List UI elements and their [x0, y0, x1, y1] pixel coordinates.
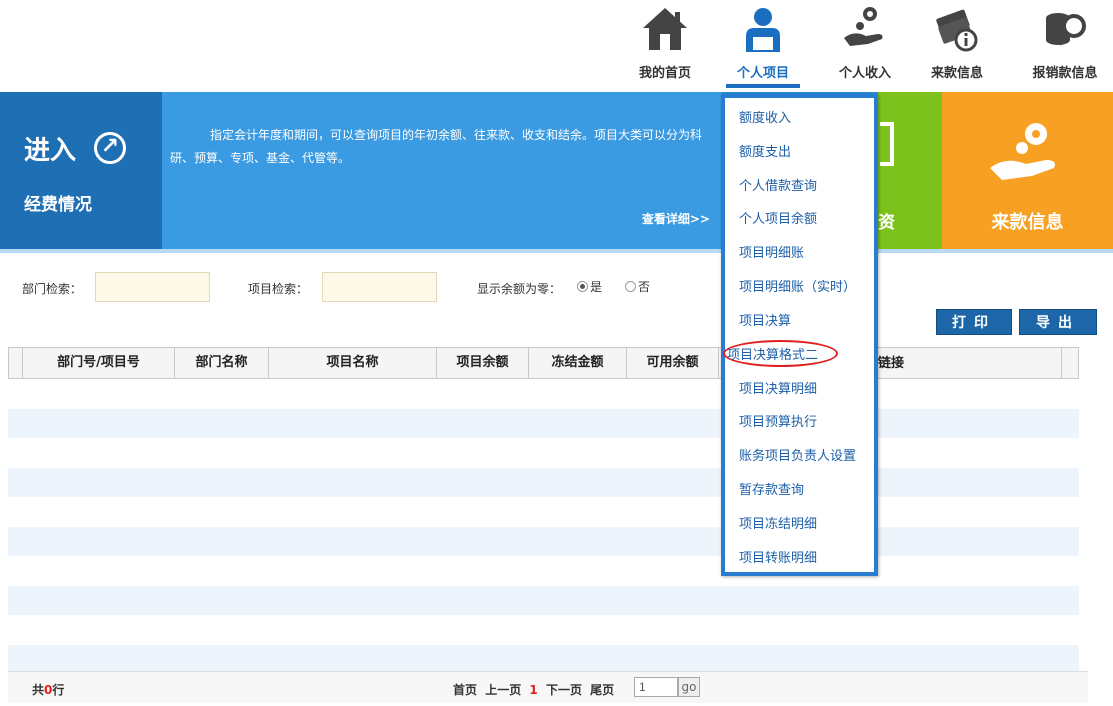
table-row — [8, 526, 1079, 556]
coins-search-icon — [1046, 13, 1086, 46]
description-tile: 指定会计年度和期间，可以查询项目的年初余额、往来款、收支和结余。项目大类可以分为… — [162, 92, 722, 249]
table-row — [8, 438, 1079, 468]
col-project-balance[interactable]: 项目余额 — [437, 348, 529, 378]
nav-personal-project[interactable]: 个人项目 — [718, 0, 808, 92]
nav-incoming-funds-label: 来款信息 — [930, 66, 983, 81]
pager: 首页 上一页 1 下一页 尾页 — [453, 681, 618, 698]
banner: 进入 ↗ 经费情况 指定会计年度和期间，可以查询项目的年初余额、往来款、收支和结… — [0, 92, 1113, 253]
green-tile[interactable]: 资 — [878, 92, 942, 249]
enter-funds-tile[interactable]: 进入 ↗ 经费情况 — [0, 92, 162, 249]
nav-home-label: 我的首页 — [638, 66, 691, 81]
menu-item-transfer-details[interactable]: 项目转账明细 — [739, 547, 817, 566]
table-footer: 共0行 首页 上一页 1 下一页 尾页 go — [8, 671, 1088, 703]
menu-item-project-ledger[interactable]: 项目明细账 — [739, 242, 804, 261]
menu-item-project-ledger-realtime[interactable]: 项目明细账（实时） — [739, 276, 856, 295]
money-info-icon — [936, 9, 978, 52]
col-project-name[interactable]: 项目名称 — [269, 348, 437, 378]
col-dept-project-no[interactable]: 部门号/项目号 — [23, 348, 175, 378]
next-page-link[interactable]: 下一页 — [546, 683, 582, 697]
table-row — [8, 585, 1079, 615]
zero-yes-label: 是 — [590, 280, 603, 294]
nav-reimbursement[interactable]: 报销款信息 — [1020, 0, 1110, 92]
incoming-funds-label: 来款信息 — [991, 212, 1064, 233]
col-link[interactable]: 链接 — [878, 352, 904, 371]
green-tile-icon — [880, 122, 894, 166]
menu-item-project-settlement[interactable]: 项目决算 — [739, 310, 791, 329]
nav-personal-income[interactable]: 个人收入 — [820, 0, 910, 92]
table-row — [8, 615, 1079, 645]
table-header-spacer — [9, 348, 23, 378]
menu-item-temporary-deposit[interactable]: 暂存款查询 — [739, 479, 804, 498]
go-button[interactable]: go — [678, 677, 700, 697]
banner-divider — [0, 249, 1113, 253]
col-available-balance[interactable]: 可用余额 — [627, 348, 719, 378]
arrow-circle-icon: ↗ — [94, 132, 126, 164]
current-page: 1 — [529, 683, 538, 697]
hand-coin-icon — [990, 123, 1055, 180]
table-row — [8, 379, 1079, 409]
menu-item-personal-loan[interactable]: 个人借款查询 — [739, 175, 817, 194]
table-row — [8, 556, 1079, 586]
page-number-input[interactable] — [634, 677, 678, 697]
radio-checked-icon — [577, 281, 588, 292]
zero-yes-radio[interactable]: 是 — [577, 278, 602, 295]
table-row — [8, 497, 1079, 527]
col-frozen-amount[interactable]: 冻结金额 — [529, 348, 627, 378]
menu-item-quota-income[interactable]: 额度收入 — [739, 107, 791, 126]
enter-title: 进入 — [24, 136, 77, 166]
last-page-link[interactable]: 尾页 — [590, 683, 614, 697]
top-navigation: 我的首页 个人项目 个人收入 来款信息 报销款信息 — [0, 0, 1113, 92]
nav-home[interactable]: 我的首页 — [620, 0, 710, 92]
home-icon — [643, 8, 687, 50]
dept-search-label: 部门检索： — [22, 282, 83, 296]
col-dept-name[interactable]: 部门名称 — [175, 348, 269, 378]
table-header-end — [1061, 348, 1079, 378]
menu-item-budget-execution[interactable]: 项目预算执行 — [739, 411, 817, 430]
menu-item-project-balance[interactable]: 个人项目余额 — [739, 208, 817, 227]
menu-item-quota-expense[interactable]: 额度支出 — [739, 141, 791, 160]
table-header: 部门号/项目号 部门名称 项目名称 项目余额 冻结金额 可用余额 — [8, 347, 1079, 379]
table-body — [8, 379, 1079, 674]
table-row — [8, 467, 1079, 497]
enter-subtitle: 经费情况 — [24, 195, 92, 215]
nav-reimbursement-label: 报销款信息 — [1032, 66, 1098, 81]
menu-item-frozen-details[interactable]: 项目冻结明细 — [739, 513, 817, 532]
radio-unchecked-icon — [625, 281, 636, 292]
more-details-link[interactable]: 查看详细>> — [642, 210, 710, 227]
green-tile-label: 资 — [878, 213, 895, 233]
project-search-input[interactable] — [322, 272, 437, 302]
first-page-link[interactable]: 首页 — [453, 683, 477, 697]
person-icon — [746, 8, 780, 52]
personal-project-dropdown: 额度收入 额度支出 个人借款查询 个人项目余额 项目明细账 项目明细账（实时） … — [721, 94, 878, 576]
nav-personal-income-label: 个人收入 — [838, 66, 891, 81]
incoming-funds-tile[interactable]: 来款信息 — [942, 92, 1113, 249]
table-row — [8, 644, 1079, 674]
print-button[interactable]: 打印 — [936, 309, 1012, 335]
export-button[interactable]: 导出 — [1019, 309, 1097, 335]
menu-item-project-settlement-format2[interactable]: 项目决算格式二 — [723, 340, 839, 367]
hand-coin-icon — [844, 7, 883, 46]
menu-item-owner-settings[interactable]: 账务项目负责人设置 — [739, 445, 856, 464]
zero-no-radio[interactable]: 否 — [625, 278, 650, 295]
table-row — [8, 408, 1079, 438]
menu-item-settlement-details[interactable]: 项目决算明细 — [739, 378, 817, 397]
zero-no-label: 否 — [638, 280, 651, 294]
nav-active-underline — [726, 84, 800, 88]
filter-bar: 部门检索： 项目检索： 显示余额为零： 是 否 — [0, 270, 1113, 310]
banner-description: 指定会计年度和期间，可以查询项目的年初余额、往来款、收支和结余。项目大类可以分为… — [170, 128, 703, 165]
nav-incoming-funds[interactable]: 来款信息 — [912, 0, 1002, 92]
prev-page-link[interactable]: 上一页 — [485, 683, 521, 697]
total-count: 共0行 — [32, 683, 65, 697]
project-search-label: 项目检索： — [248, 282, 309, 296]
zero-balance-label: 显示余额为零： — [477, 282, 562, 296]
nav-personal-project-label: 个人项目 — [736, 66, 789, 81]
dept-search-input[interactable] — [95, 272, 210, 302]
